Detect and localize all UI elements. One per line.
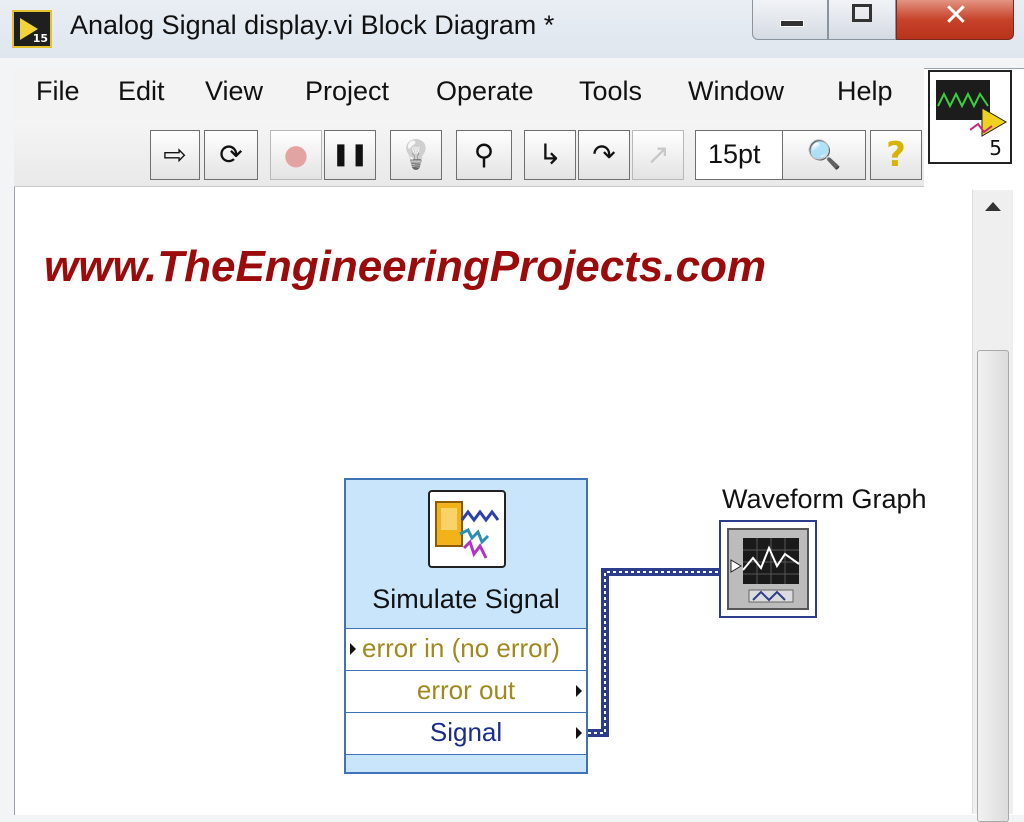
output-arrow-icon — [576, 685, 582, 697]
waveform-graph-icon — [727, 528, 809, 610]
input-arrow-icon — [350, 643, 356, 655]
simulate-signal-icon — [428, 490, 506, 568]
terminal-error-out-label: error out — [416, 675, 516, 705]
terminal-signal-label: Signal — [429, 717, 503, 747]
waveform-graph-label: Waveform Graph — [722, 484, 927, 514]
simulate-signal-node[interactable]: Simulate Signal error in (no error) erro… — [344, 478, 588, 774]
output-arrow-icon — [576, 727, 582, 739]
terminal-error-in-label: error in (no error) — [362, 633, 560, 663]
terminal-signal[interactable]: Signal — [346, 712, 586, 754]
graph-plot-icon — [730, 538, 800, 603]
terminal-error-in[interactable]: error in (no error) — [346, 628, 586, 670]
terminal-error-out[interactable]: error out — [346, 670, 586, 712]
waveform-graph-terminal[interactable] — [719, 520, 817, 618]
signal-generator-icon — [435, 501, 500, 559]
simulate-signal-title: Simulate Signal — [372, 584, 560, 614]
node-footer — [346, 754, 586, 772]
